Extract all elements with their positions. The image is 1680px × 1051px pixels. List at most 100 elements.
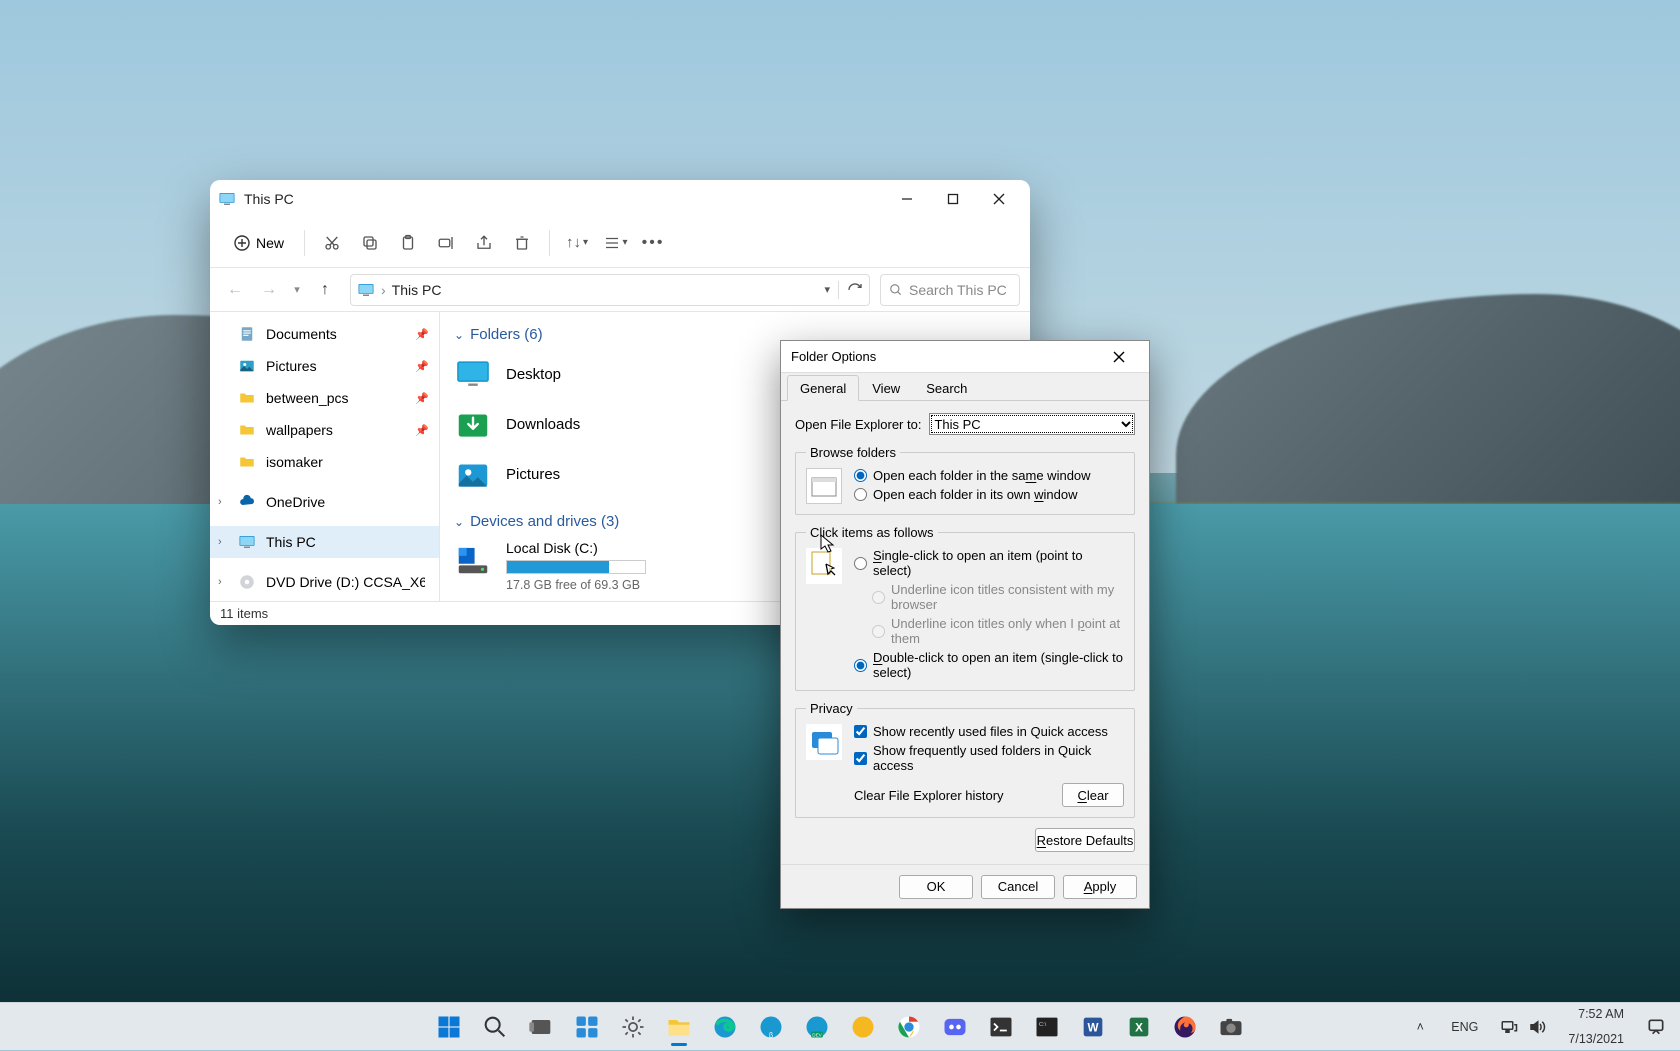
chrome-taskbar[interactable] — [888, 1006, 930, 1048]
svg-text:β: β — [769, 1032, 773, 1039]
back-button[interactable]: ← — [220, 275, 250, 305]
sidebar-item-pictures[interactable]: Pictures📌 — [210, 350, 439, 382]
chevron-right-icon[interactable]: › — [218, 576, 222, 588]
discord-taskbar[interactable] — [934, 1006, 976, 1048]
cut-button[interactable] — [315, 226, 349, 260]
sidebar-item-onedrive[interactable]: ›OneDrive — [210, 486, 439, 518]
notifications-button[interactable] — [1640, 1013, 1672, 1041]
recent-dropdown[interactable]: ▾ — [288, 275, 306, 305]
tab-view[interactable]: View — [859, 375, 913, 401]
minimize-button[interactable] — [884, 183, 930, 215]
ok-button[interactable]: OK — [899, 875, 973, 899]
click-group-icon — [806, 548, 842, 584]
copy-button[interactable] — [353, 226, 387, 260]
sidebar-item-between-pcs[interactable]: between_pcs📌 — [210, 382, 439, 414]
radio-same-window[interactable]: Open each folder in the same window — [854, 468, 1124, 483]
maximize-button[interactable] — [930, 183, 976, 215]
rename-button[interactable] — [429, 226, 463, 260]
dialog-close-button[interactable] — [1099, 342, 1139, 372]
close-button[interactable] — [976, 183, 1022, 215]
delete-button[interactable] — [505, 226, 539, 260]
view-button[interactable]: ▾ — [598, 226, 632, 260]
more-button[interactable]: ••• — [636, 226, 670, 260]
svg-text:W: W — [1087, 1021, 1098, 1034]
restore-defaults-button[interactable]: Restore Defaults — [1035, 828, 1135, 852]
navigation-pane: Documents📌 Pictures📌 between_pcs📌 wallpa… — [210, 312, 440, 601]
clock[interactable]: 7:52 AM 7/13/2021 — [1562, 1003, 1630, 1051]
language-indicator[interactable]: ENG — [1445, 1016, 1484, 1038]
radio-underline-point: Underline icon titles only when I point … — [854, 616, 1124, 646]
open-explorer-select[interactable]: This PC — [929, 413, 1135, 435]
sidebar-item-wallpapers[interactable]: wallpapers📌 — [210, 414, 439, 446]
browse-group-icon — [806, 468, 842, 504]
dialog-tabs: General View Search — [781, 373, 1149, 401]
pictures-folder-icon — [454, 455, 492, 493]
folder-options-dialog: Folder Options General View Search Open … — [780, 340, 1150, 909]
pin-icon: 📌 — [415, 360, 429, 373]
sidebar-item-isomaker[interactable]: isomaker — [210, 446, 439, 478]
camera-taskbar[interactable] — [1210, 1006, 1252, 1048]
radio-single-click[interactable]: Single-click to open an item (point to s… — [854, 548, 1124, 578]
terminal-taskbar[interactable] — [980, 1006, 1022, 1048]
sort-button[interactable]: ↑↓▾ — [560, 226, 594, 260]
cmd-taskbar[interactable]: C:\ — [1026, 1006, 1068, 1048]
sidebar-item-thispc[interactable]: ›This PC — [210, 526, 439, 558]
clear-button[interactable]: Clear — [1062, 783, 1124, 807]
tab-search[interactable]: Search — [913, 375, 980, 401]
firefox-taskbar[interactable] — [1164, 1006, 1206, 1048]
forward-button[interactable]: → — [254, 275, 284, 305]
new-button[interactable]: New — [224, 229, 294, 257]
pin-icon: 📌 — [415, 392, 429, 405]
tab-general[interactable]: General — [787, 375, 859, 401]
apply-button[interactable]: Apply — [1063, 875, 1137, 899]
sidebar-item-dvd[interactable]: ›DVD Drive (D:) CCSA_X64FRE_EN-U — [210, 566, 439, 598]
radio-double-click[interactable]: Double-click to open an item (single-cli… — [854, 650, 1124, 680]
chevron-right-icon[interactable]: › — [218, 536, 222, 548]
excel-taskbar[interactable]: X — [1118, 1006, 1160, 1048]
network-icon[interactable] — [1500, 1018, 1518, 1036]
dialog-titlebar[interactable]: Folder Options — [781, 341, 1149, 373]
edge-canary-taskbar[interactable] — [842, 1006, 884, 1048]
cancel-button[interactable]: Cancel — [981, 875, 1055, 899]
chevron-up-icon: ˄ — [1411, 1018, 1429, 1036]
drive-icon — [454, 540, 492, 578]
refresh-icon[interactable] — [847, 282, 863, 298]
titlebar[interactable]: This PC — [210, 180, 1030, 218]
folder-icon — [238, 421, 256, 439]
taskview-button[interactable] — [520, 1006, 562, 1048]
drive-free-text: 17.8 GB free of 69.3 GB — [506, 578, 646, 592]
edge-dev-taskbar[interactable]: DEV — [796, 1006, 838, 1048]
address-dropdown-icon[interactable]: ▾ — [824, 283, 830, 296]
share-button[interactable] — [467, 226, 501, 260]
paste-button[interactable] — [391, 226, 425, 260]
tray-chevron[interactable]: ˄ — [1405, 1014, 1435, 1040]
file-explorer-taskbar[interactable] — [658, 1006, 700, 1048]
pin-icon: 📌 — [415, 424, 429, 437]
search-button[interactable] — [474, 1006, 516, 1048]
edge-beta-taskbar[interactable]: β — [750, 1006, 792, 1048]
chevron-right-icon[interactable]: › — [218, 496, 222, 508]
search-placeholder: Search This PC — [909, 282, 1007, 298]
check-frequent-folders[interactable]: Show frequently used folders in Quick ac… — [854, 743, 1124, 773]
item-count: 11 items — [220, 606, 268, 621]
up-button[interactable]: ↑ — [310, 275, 340, 305]
folder-icon — [238, 389, 256, 407]
volume-icon[interactable] — [1528, 1018, 1546, 1036]
radio-own-window[interactable]: Open each folder in its own window — [854, 487, 1124, 502]
start-button[interactable] — [428, 1006, 470, 1048]
chevron-down-icon: ⌄ — [454, 328, 464, 342]
svg-text:C:\: C:\ — [1039, 1021, 1047, 1027]
word-taskbar[interactable]: W — [1072, 1006, 1114, 1048]
settings-button[interactable] — [612, 1006, 654, 1048]
sidebar-item-documents[interactable]: Documents📌 — [210, 318, 439, 350]
check-recent-files[interactable]: Show recently used files in Quick access — [854, 724, 1124, 739]
thispc-icon — [357, 281, 375, 299]
breadcrumb[interactable]: This PC — [392, 282, 442, 298]
edge-taskbar[interactable] — [704, 1006, 746, 1048]
pictures-icon — [238, 357, 256, 375]
clear-history-label: Clear File Explorer history — [854, 788, 1004, 803]
address-bar[interactable]: › This PC ▾ — [350, 274, 870, 306]
clock-time: 7:52 AM — [1578, 1007, 1624, 1022]
search-box[interactable]: Search This PC — [880, 274, 1020, 306]
widgets-button[interactable] — [566, 1006, 608, 1048]
